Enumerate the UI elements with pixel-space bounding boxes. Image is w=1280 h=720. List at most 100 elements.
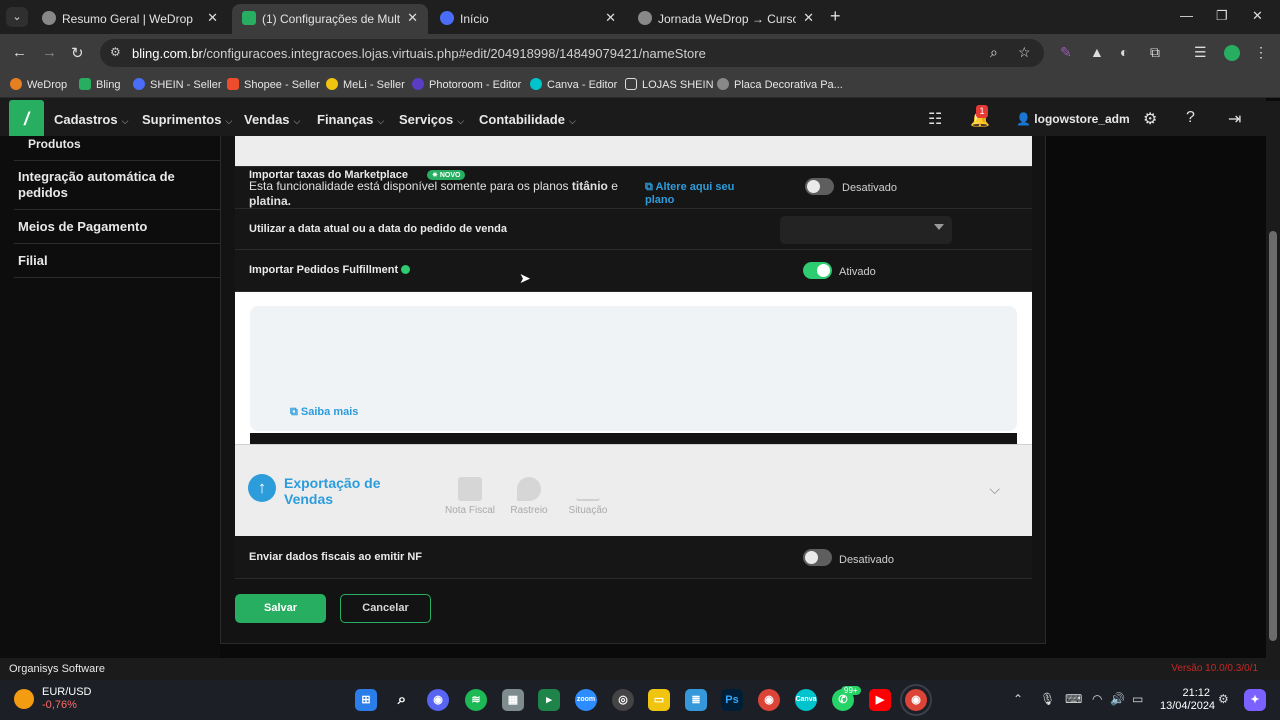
menu-vendas[interactable]: Vendas ⌵ — [244, 112, 300, 127]
fiscais-toggle[interactable] — [803, 549, 832, 566]
menu-contabilidade[interactable]: Contabilidade ⌵ — [479, 112, 576, 127]
youtube-icon[interactable]: ▶ — [869, 689, 891, 711]
close-icon[interactable]: ✕ — [407, 10, 418, 26]
sidebar-divider — [14, 277, 220, 278]
altere-plano-link[interactable]: ⧉ Altere aqui seu plano — [645, 181, 755, 207]
extension-mountain-icon[interactable]: ▲ — [1090, 44, 1104, 60]
row-fulfillment: Importar Pedidos Fulfillment Ativado — [235, 250, 1032, 292]
sidebar-item-produtos[interactable]: Produtos — [28, 136, 81, 152]
tab-jornada[interactable]: Jornada WeDrop → Curso comp ✕ — [628, 4, 824, 34]
minimize-icon[interactable]: — — [1180, 8, 1193, 23]
discord-icon[interactable]: ◉ — [427, 689, 449, 711]
menu-servicos[interactable]: Serviços ⌵ — [399, 112, 464, 127]
close-icon[interactable]: ✕ — [803, 10, 814, 26]
canva-app-icon[interactable]: Canva — [795, 689, 817, 711]
window-close-icon[interactable]: ✕ — [1252, 8, 1263, 24]
exportacao-section[interactable]: ↑ Exportação de Vendas Nota Fiscal Rastr… — [235, 444, 1032, 536]
user-menu[interactable]: 👤 logowstore_adm — [1016, 112, 1130, 126]
fulfillment-toggle[interactable] — [803, 262, 832, 279]
reading-list-icon[interactable]: ☰ — [1194, 44, 1207, 61]
calculator-icon[interactable]: ▦ — [502, 689, 524, 711]
chevron-down-icon[interactable]: ⌵ — [989, 481, 1000, 498]
stock-widget[interactable]: EUR/USD -0,76% — [14, 686, 92, 712]
windows-taskbar: EUR/USD -0,76% ⊞ ⌕ ◉ ≋ ▦ ▸ zoom ◎ ▭ ≣ Ps… — [0, 680, 1280, 720]
page-scrollbar[interactable] — [1266, 101, 1280, 658]
profile-avatar-icon[interactable] — [1224, 45, 1240, 61]
whatsapp-badge: 99+ — [841, 686, 861, 695]
bookmark-canva[interactable]: Canva - Editor — [530, 78, 617, 91]
bookmark-wedrop[interactable]: WeDrop — [10, 78, 67, 91]
section-header-collapsed[interactable] — [235, 136, 1032, 167]
bookmark-bling[interactable]: Bling — [79, 78, 120, 91]
close-icon[interactable]: ✕ — [207, 10, 218, 26]
bookmark-photoroom[interactable]: Photoroom - Editor — [412, 78, 521, 91]
app-favicon-icon — [440, 11, 454, 25]
taxas-toggle[interactable] — [805, 178, 834, 195]
battery-icon[interactable]: ▭ — [1132, 692, 1143, 706]
help-icon[interactable]: ? — [1186, 109, 1195, 127]
volume-icon[interactable]: 🔊 — [1110, 692, 1125, 706]
logout-icon[interactable]: ⇥ — [1228, 109, 1241, 129]
chrome-active-icon[interactable]: ◉ — [900, 684, 932, 716]
system-clock[interactable]: 21:12 13/04/2024 — [1160, 687, 1215, 713]
bookmark-meli[interactable]: MeLi - Seller — [326, 78, 405, 91]
menu-cadastros[interactable]: Cadastros ⌵ — [54, 112, 128, 127]
sidebar-item-filial[interactable]: Filial — [18, 253, 48, 269]
extensions-puzzle-icon[interactable]: ⧉ — [1150, 44, 1160, 61]
file-explorer-icon[interactable]: ▭ — [648, 689, 670, 711]
sidebar-divider — [14, 243, 220, 244]
site-info-icon[interactable]: ⚙ — [110, 45, 121, 59]
bookmark-placa[interactable]: Placa Decorativa Pa... — [717, 78, 843, 91]
wifi-icon[interactable]: ◠ — [1092, 692, 1102, 706]
zoom-icon[interactable]: zoom — [575, 689, 597, 711]
terminal-icon[interactable]: ▸ — [538, 689, 560, 711]
scrollbar-thumb[interactable] — [1269, 231, 1277, 641]
back-icon[interactable]: ← — [12, 44, 27, 61]
restore-icon[interactable]: ❐ — [1216, 8, 1228, 24]
tab-resumo-geral[interactable]: Resumo Geral | WeDrop ✕ — [32, 4, 228, 34]
menu-suprimentos[interactable]: Suprimentos ⌵ — [142, 112, 232, 127]
tray-chevron-up-icon[interactable]: ⌃ — [1013, 692, 1023, 706]
copilot-icon[interactable]: ✦ — [1244, 689, 1266, 711]
microphone-icon[interactable]: 🎙 — [1040, 692, 1055, 706]
bookmark-shopee[interactable]: Shopee - Seller — [227, 78, 320, 91]
task-list-icon[interactable]: ☷ — [928, 109, 942, 129]
keyboard-icon[interactable]: ⌨ — [1065, 692, 1082, 706]
notifications-icon[interactable]: ⚙ — [1218, 692, 1229, 706]
data-pedido-select[interactable] — [780, 216, 952, 244]
info-icon[interactable] — [401, 265, 411, 274]
close-icon[interactable]: ✕ — [605, 10, 616, 26]
spotify-icon[interactable]: ≋ — [465, 689, 487, 711]
extension-pen-icon[interactable]: ✎ — [1060, 44, 1072, 61]
bookmark-star-icon[interactable]: ☆ — [1018, 44, 1031, 61]
sidebar-item-meios-pagamento[interactable]: Meios de Pagamento — [18, 219, 147, 235]
photoshop-icon[interactable]: Ps — [721, 689, 743, 711]
notepad-icon[interactable]: ≣ — [685, 689, 707, 711]
settings-gear-icon[interactable]: ⚙ — [1143, 109, 1157, 129]
extension-mouse-icon[interactable]: ◐ — [1120, 44, 1128, 60]
browser-menu-icon[interactable]: ⋮ — [1254, 44, 1268, 61]
tab-search-chevron-icon[interactable]: ⌄ — [6, 7, 28, 27]
address-field[interactable]: ⚙ bling.com.br/configuracoes.integracoes… — [100, 39, 1044, 67]
sidebar-item-integracao[interactable]: Integração automática de pedidos — [18, 169, 208, 201]
obs-icon[interactable]: ◎ — [612, 689, 634, 711]
bookmark-shein[interactable]: SHEIN - Seller — [133, 78, 222, 91]
menu-financas[interactable]: Finanças ⌵ — [317, 112, 384, 127]
tab-inicio[interactable]: Início ✕ — [430, 4, 626, 34]
save-button[interactable]: Salvar — [235, 594, 326, 623]
saiba-mais-link[interactable]: ⧉ Saiba mais — [290, 406, 358, 419]
bookmark-lojas-shein[interactable]: LOJAS SHEIN — [625, 78, 714, 91]
forward-icon[interactable]: → — [42, 44, 57, 61]
start-windows-icon[interactable]: ⊞ — [355, 689, 377, 711]
bookmark-label: Bling — [96, 79, 121, 91]
top-navigation: / Cadastros ⌵ Suprimentos ⌵ Vendas ⌵ Finanç… — [0, 98, 1266, 138]
cancel-button[interactable]: Cancelar — [340, 594, 431, 623]
search-icon[interactable]: ⌕ — [391, 689, 413, 711]
reload-icon[interactable]: ↻ — [71, 44, 84, 62]
tab-configuracoes[interactable]: (1) Configurações de Multiloja ✕ — [232, 4, 428, 34]
zoom-icon[interactable]: ⌕ — [990, 44, 998, 61]
step-nota-fiscal: Nota Fiscal — [440, 477, 500, 517]
chrome-icon[interactable]: ◉ — [758, 689, 780, 711]
bling-logo-icon[interactable]: / — [9, 100, 44, 138]
new-tab-icon[interactable]: + — [830, 6, 841, 27]
